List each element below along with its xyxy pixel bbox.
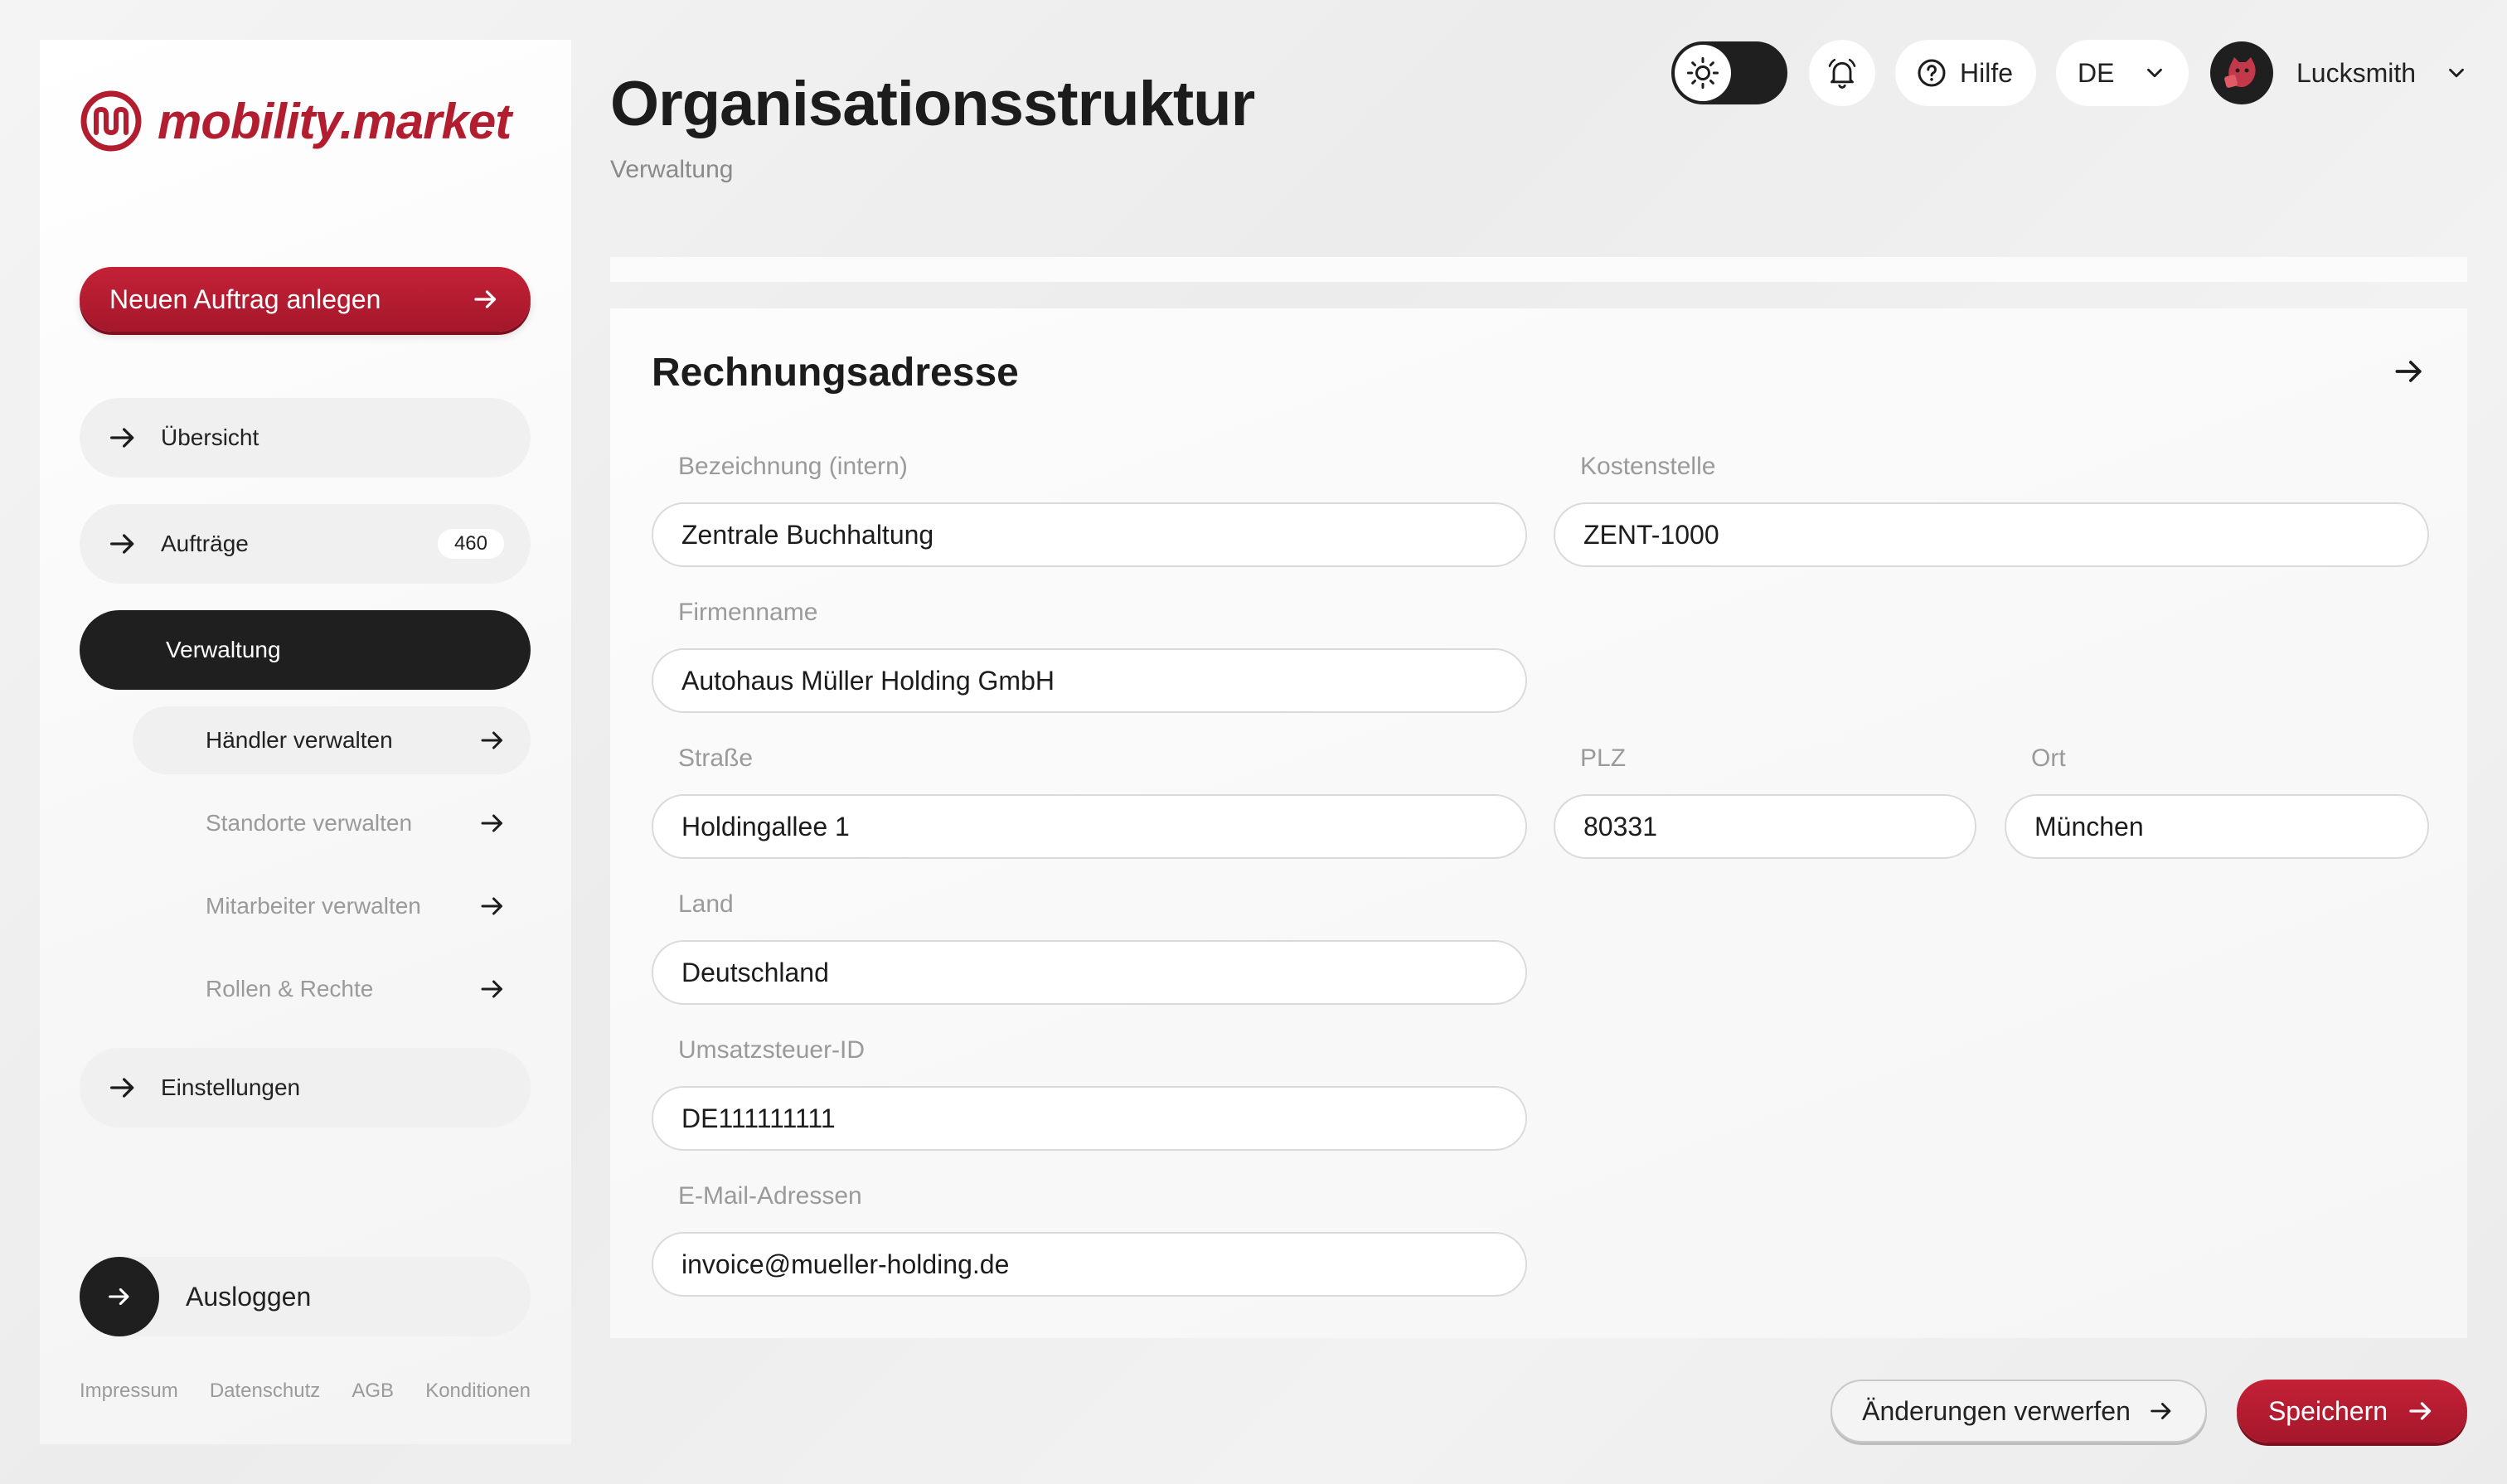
arrow-right-icon (481, 731, 502, 749)
plz-input[interactable]: 80331 (1554, 794, 1976, 859)
save-label: Speichern (2267, 1395, 2388, 1426)
footer-link-konditionen[interactable]: Konditionen (425, 1380, 531, 1403)
subnav-item-standorte[interactable]: Standorte verwalten (133, 789, 531, 857)
help-label: Hilfe (1960, 57, 2014, 88)
avatar-mascot-icon (2224, 57, 2256, 88)
subnav-item-label: Händler verwalten (206, 727, 393, 753)
language-value: DE (2078, 57, 2115, 88)
arrow-right-icon (2409, 1402, 2432, 1420)
language-select[interactable]: DE (2056, 40, 2189, 106)
ort-input[interactable]: München (2005, 794, 2429, 859)
logout-button[interactable]: Ausloggen (80, 1257, 531, 1336)
arrow-right-icon (110, 1078, 134, 1098)
arrow-right-icon (474, 290, 497, 308)
user-name: Lucksmith (2296, 57, 2417, 88)
arrow-right-icon (110, 428, 134, 448)
arrow-right-icon (2151, 1403, 2171, 1419)
new-order-label: Neuen Auftrag anlegen (109, 284, 381, 314)
arrow-right-icon (109, 1288, 129, 1306)
subnav-item-haendler[interactable]: Händler verwalten (133, 706, 531, 774)
brand-logo[interactable]: mobility.market (80, 90, 512, 153)
sidebar: mobility.market Neuen Auftrag anlegen Üb… (40, 40, 571, 1444)
sidebar-item-label: Übersicht (161, 424, 259, 450)
sidebar-item-einstellungen[interactable]: Einstellungen (80, 1048, 531, 1128)
new-order-button[interactable]: Neuen Auftrag anlegen (80, 267, 531, 332)
arrow-right-icon (481, 897, 502, 915)
discard-changes-button[interactable]: Änderungen verwerfen (1831, 1380, 2207, 1443)
sidebar-item-uebersicht[interactable]: Übersicht (80, 398, 531, 478)
strasse-input[interactable]: Holdingallee 1 (652, 794, 1527, 859)
user-menu[interactable]: Lucksmith (2210, 40, 2469, 106)
label-plz: PLZ (1580, 744, 1627, 772)
subnav-item-rollen[interactable]: Rollen & Rechte (133, 955, 531, 1023)
email-input[interactable]: invoice@mueller-holding.de (652, 1232, 1527, 1297)
subnav-item-label: Rollen & Rechte (206, 976, 374, 1001)
logo-mark-icon (80, 90, 142, 152)
footer-link-impressum[interactable]: Impressum (80, 1380, 178, 1403)
collapsed-section-strip (610, 257, 2467, 282)
bell-icon (1828, 58, 1856, 89)
arrow-right-icon (481, 980, 502, 998)
discard-label: Änderungen verwerfen (1862, 1395, 2131, 1426)
logout-icon-circle (80, 1257, 159, 1336)
sidebar-item-label: Einstellungen (161, 1074, 301, 1100)
label-bezeichnung: Bezeichnung (intern) (678, 453, 908, 480)
subnav-item-label: Standorte verwalten (206, 810, 413, 836)
orders-count-badge: 460 (437, 529, 504, 559)
theme-toggle[interactable] (1671, 41, 1787, 104)
chevron-down-icon (2449, 68, 2464, 78)
theme-toggle-knob (1675, 45, 1731, 101)
notifications-button[interactable] (1809, 40, 1875, 106)
label-strasse: Straße (678, 744, 754, 772)
sidebar-item-verwaltung[interactable]: Verwaltung (80, 610, 531, 690)
bezeichnung-input[interactable]: Zentrale Buchhaltung (652, 502, 1527, 567)
subnav-item-mitarbeiter[interactable]: Mitarbeiter verwalten (133, 872, 531, 940)
firmenname-input[interactable]: Autohaus Müller Holding GmbH (652, 648, 1527, 713)
card-title: Rechnungsadresse (652, 351, 1019, 395)
footer-link-agb[interactable]: AGB (352, 1380, 394, 1403)
footer-link-datenschutz[interactable]: Datenschutz (210, 1380, 320, 1403)
label-land: Land (678, 890, 734, 918)
sun-icon (1687, 57, 1719, 89)
page-subtitle: Verwaltung (610, 156, 734, 183)
ustid-input[interactable]: DE111111111 (652, 1086, 1527, 1151)
label-kostenstelle: Kostenstelle (1580, 453, 1716, 480)
chevron-down-icon (2147, 68, 2163, 78)
arrow-right-icon[interactable] (2391, 353, 2427, 390)
brand-name: mobility.market (158, 93, 512, 149)
arrow-right-icon (481, 814, 502, 832)
avatar (2210, 41, 2273, 104)
sidebar-item-label: Verwaltung (166, 637, 281, 662)
land-input[interactable]: Deutschland (652, 940, 1527, 1005)
label-firmenname: Firmenname (678, 599, 818, 626)
save-button[interactable]: Speichern (2237, 1380, 2467, 1443)
page-title: Organisationsstruktur (610, 69, 1255, 139)
sidebar-item-auftraege[interactable]: Aufträge 460 (80, 504, 531, 584)
label-ustid: Umsatzsteuer-ID (678, 1036, 866, 1064)
kostenstelle-input[interactable]: ZENT-1000 (1554, 502, 2429, 567)
footer-links: Impressum Datenschutz AGB Konditionen (80, 1380, 531, 1403)
arrow-right-icon (110, 534, 134, 554)
billing-address-card: Rechnungsadresse Bezeichnung (intern) Ze… (610, 308, 2467, 1338)
help-icon (1918, 59, 1946, 87)
label-email: E-Mail-Adressen (678, 1182, 862, 1210)
logout-label: Ausloggen (186, 1281, 312, 1312)
label-ort: Ort (2031, 744, 2066, 772)
help-button[interactable]: Hilfe (1895, 40, 2036, 106)
subnav-item-label: Mitarbeiter verwalten (206, 893, 421, 919)
sidebar-item-label: Aufträge (161, 531, 249, 556)
